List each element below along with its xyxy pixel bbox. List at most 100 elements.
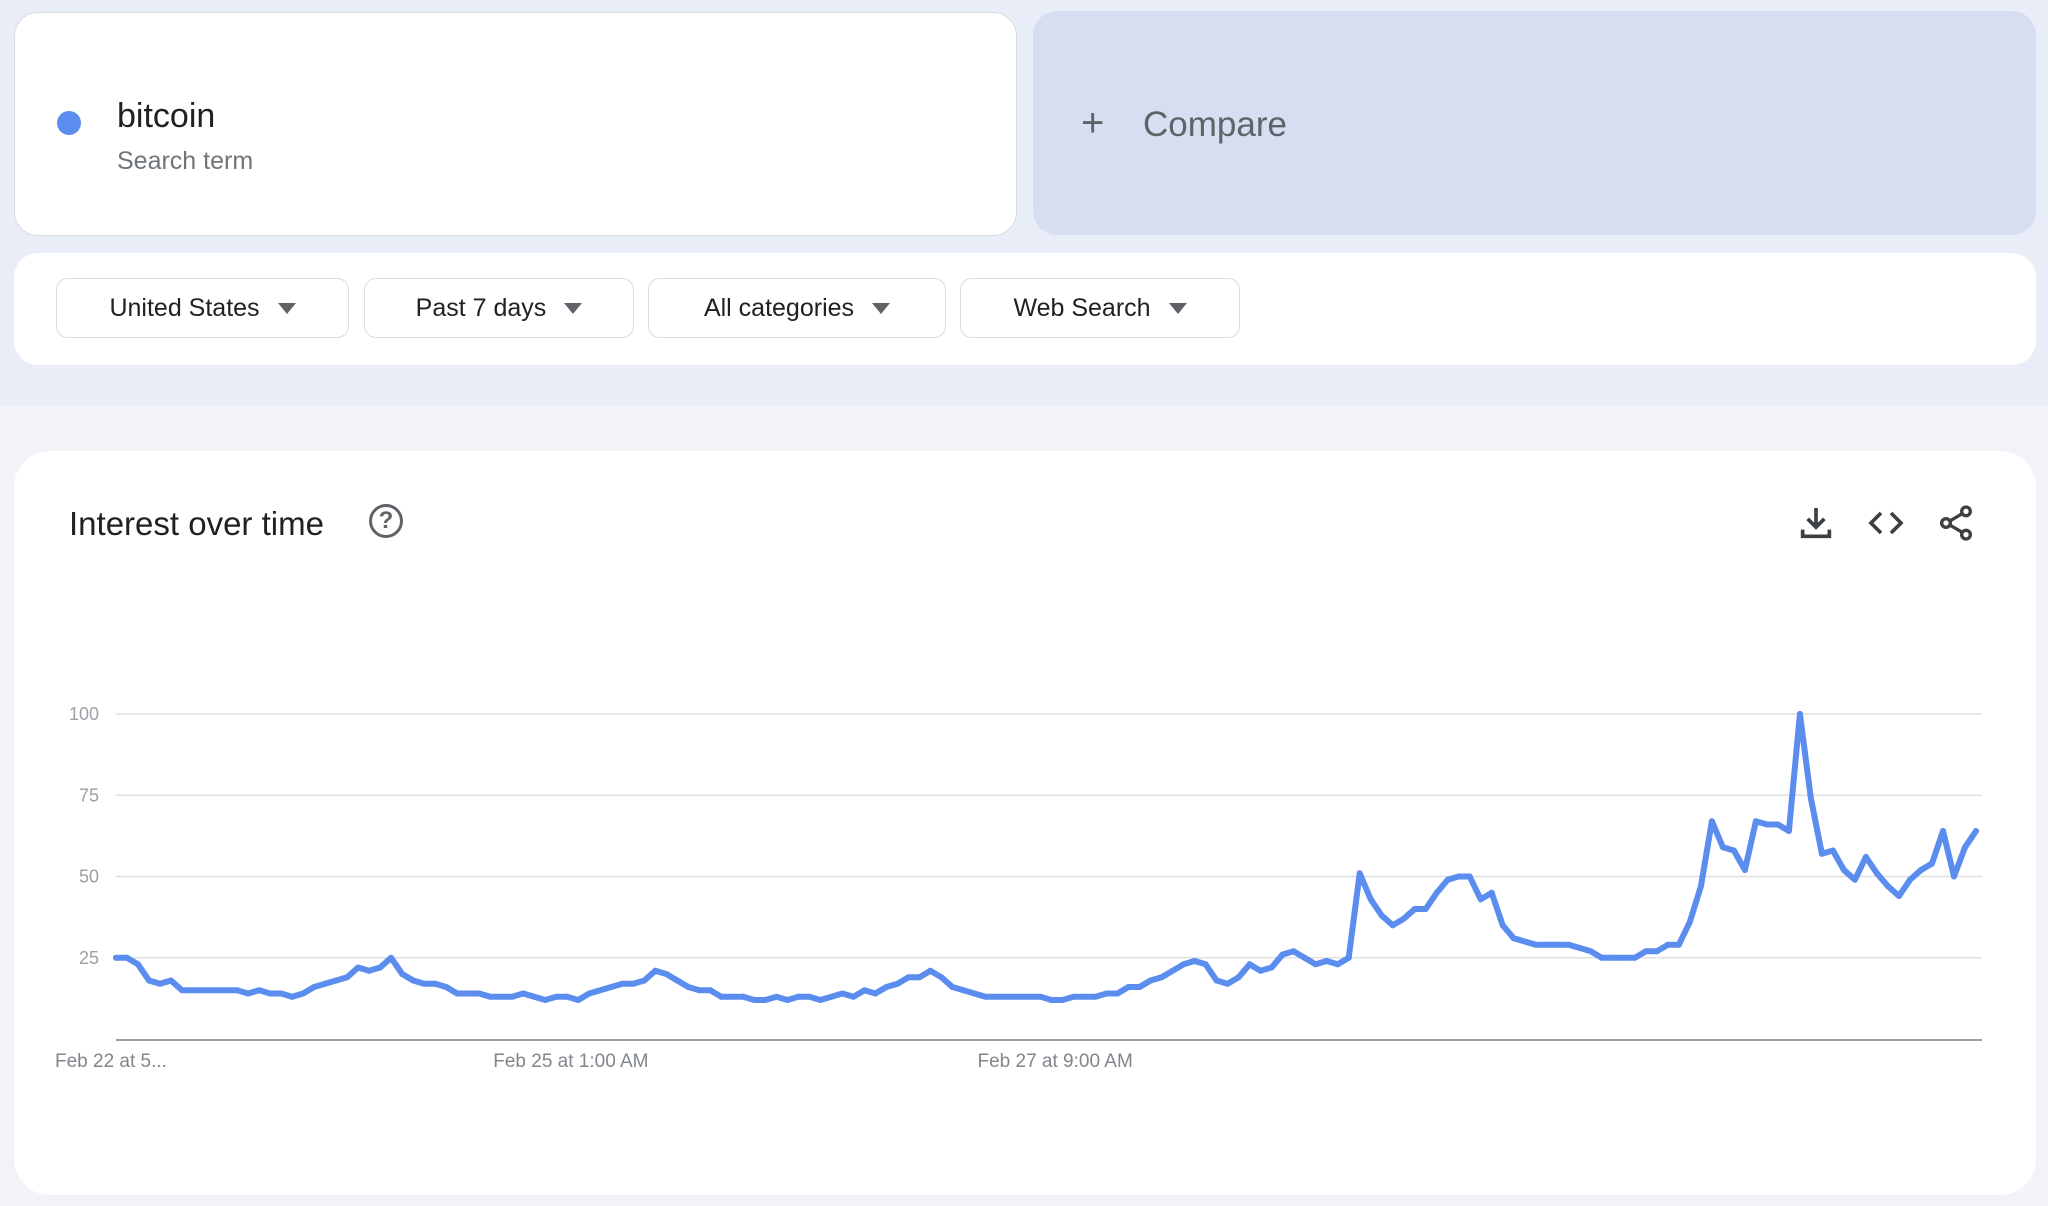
data-point[interactable] xyxy=(1565,941,1572,948)
data-point[interactable] xyxy=(1576,945,1583,951)
data-point[interactable] xyxy=(663,971,670,977)
data-point[interactable] xyxy=(157,980,163,987)
data-point[interactable] xyxy=(1103,990,1110,997)
data-point[interactable] xyxy=(1818,850,1825,857)
data-point[interactable] xyxy=(1708,818,1715,825)
data-point[interactable] xyxy=(179,987,185,994)
data-point[interactable] xyxy=(564,993,571,1000)
data-point[interactable] xyxy=(1653,948,1660,955)
data-point[interactable] xyxy=(740,993,747,1000)
data-point[interactable] xyxy=(916,974,923,981)
data-point[interactable] xyxy=(245,990,252,997)
data-point[interactable] xyxy=(344,974,351,981)
data-point[interactable] xyxy=(190,987,196,994)
data-point[interactable] xyxy=(982,993,989,1000)
data-point[interactable] xyxy=(300,990,307,997)
data-point[interactable] xyxy=(1543,941,1550,948)
data-point[interactable] xyxy=(828,993,835,1000)
data-point[interactable] xyxy=(1631,954,1638,961)
data-point[interactable] xyxy=(1951,873,1957,880)
region-dropdown[interactable]: United States xyxy=(56,278,349,338)
data-point[interactable] xyxy=(1213,977,1220,984)
data-point[interactable] xyxy=(960,987,967,994)
data-point[interactable] xyxy=(696,987,703,994)
data-point[interactable] xyxy=(839,990,846,997)
data-point[interactable] xyxy=(1367,896,1374,903)
data-point[interactable] xyxy=(1752,818,1759,825)
data-point[interactable] xyxy=(1807,795,1814,802)
data-point[interactable] xyxy=(1323,958,1330,964)
data-point[interactable] xyxy=(1532,941,1539,948)
data-point[interactable] xyxy=(1973,828,1979,834)
data-point[interactable] xyxy=(894,980,901,987)
data-point[interactable] xyxy=(410,977,417,984)
data-point[interactable] xyxy=(883,984,890,990)
data-point[interactable] xyxy=(278,990,285,997)
data-point[interactable] xyxy=(1345,954,1352,961)
data-point[interactable] xyxy=(1796,711,1803,717)
data-point[interactable] xyxy=(1521,938,1528,945)
data-point[interactable] xyxy=(586,990,593,997)
data-point[interactable] xyxy=(1763,821,1770,828)
data-point[interactable] xyxy=(1081,993,1088,1000)
data-point[interactable] xyxy=(1477,896,1484,903)
data-point[interactable] xyxy=(1378,912,1385,919)
data-point[interactable] xyxy=(1675,941,1682,948)
data-point[interactable] xyxy=(1554,941,1561,948)
data-point[interactable] xyxy=(1015,993,1022,1000)
data-point[interactable] xyxy=(487,993,494,1000)
data-point[interactable] xyxy=(938,974,945,981)
search-term-card[interactable]: bitcoin Search term xyxy=(14,12,1017,236)
category-dropdown[interactable]: All categories xyxy=(648,278,946,338)
data-point[interactable] xyxy=(1741,867,1748,873)
data-point[interactable] xyxy=(1301,954,1308,961)
data-point[interactable] xyxy=(927,967,934,974)
data-point[interactable] xyxy=(773,993,780,1000)
data-point[interactable] xyxy=(1004,993,1011,1000)
data-point[interactable] xyxy=(949,984,956,990)
data-point[interactable] xyxy=(1499,922,1506,929)
data-point[interactable] xyxy=(267,990,274,997)
data-point[interactable] xyxy=(1422,906,1429,912)
search-term-name[interactable]: bitcoin xyxy=(117,97,215,136)
data-point[interactable] xyxy=(685,984,692,990)
data-point[interactable] xyxy=(1070,993,1077,1000)
data-point[interactable] xyxy=(597,987,604,994)
data-point[interactable] xyxy=(608,984,615,990)
data-point[interactable] xyxy=(1719,844,1726,851)
data-point[interactable] xyxy=(355,964,362,971)
data-point[interactable] xyxy=(399,971,406,977)
data-point[interactable] xyxy=(817,997,824,1003)
data-point[interactable] xyxy=(1092,993,1099,1000)
data-point[interactable] xyxy=(1400,915,1407,922)
data-point[interactable] xyxy=(850,993,857,1000)
data-point[interactable] xyxy=(234,987,241,994)
data-point[interactable] xyxy=(421,980,428,987)
data-point[interactable] xyxy=(1257,967,1264,974)
data-point[interactable] xyxy=(872,990,879,997)
data-point[interactable] xyxy=(1444,876,1451,883)
data-point[interactable] xyxy=(1136,984,1143,990)
data-point[interactable] xyxy=(1158,974,1165,981)
search-type-dropdown[interactable]: Web Search xyxy=(960,278,1240,338)
data-point[interactable] xyxy=(1686,919,1693,925)
data-point[interactable] xyxy=(377,964,384,971)
data-point[interactable] xyxy=(1147,977,1154,984)
data-point[interactable] xyxy=(1411,906,1418,912)
data-point[interactable] xyxy=(1026,993,1033,1000)
data-point[interactable] xyxy=(1037,993,1044,1000)
data-point[interactable] xyxy=(1851,876,1858,883)
data-point[interactable] xyxy=(454,990,461,997)
data-point[interactable] xyxy=(256,987,263,994)
data-point[interactable] xyxy=(1598,954,1605,961)
data-point[interactable] xyxy=(1609,954,1616,961)
data-point[interactable] xyxy=(1929,860,1935,867)
data-point[interactable] xyxy=(366,967,373,974)
data-point[interactable] xyxy=(432,980,439,987)
data-point[interactable] xyxy=(124,954,130,961)
data-point[interactable] xyxy=(1125,984,1132,990)
data-point[interactable] xyxy=(1290,948,1297,955)
data-point[interactable] xyxy=(575,997,582,1003)
data-point[interactable] xyxy=(443,984,450,990)
data-point[interactable] xyxy=(1862,854,1869,860)
